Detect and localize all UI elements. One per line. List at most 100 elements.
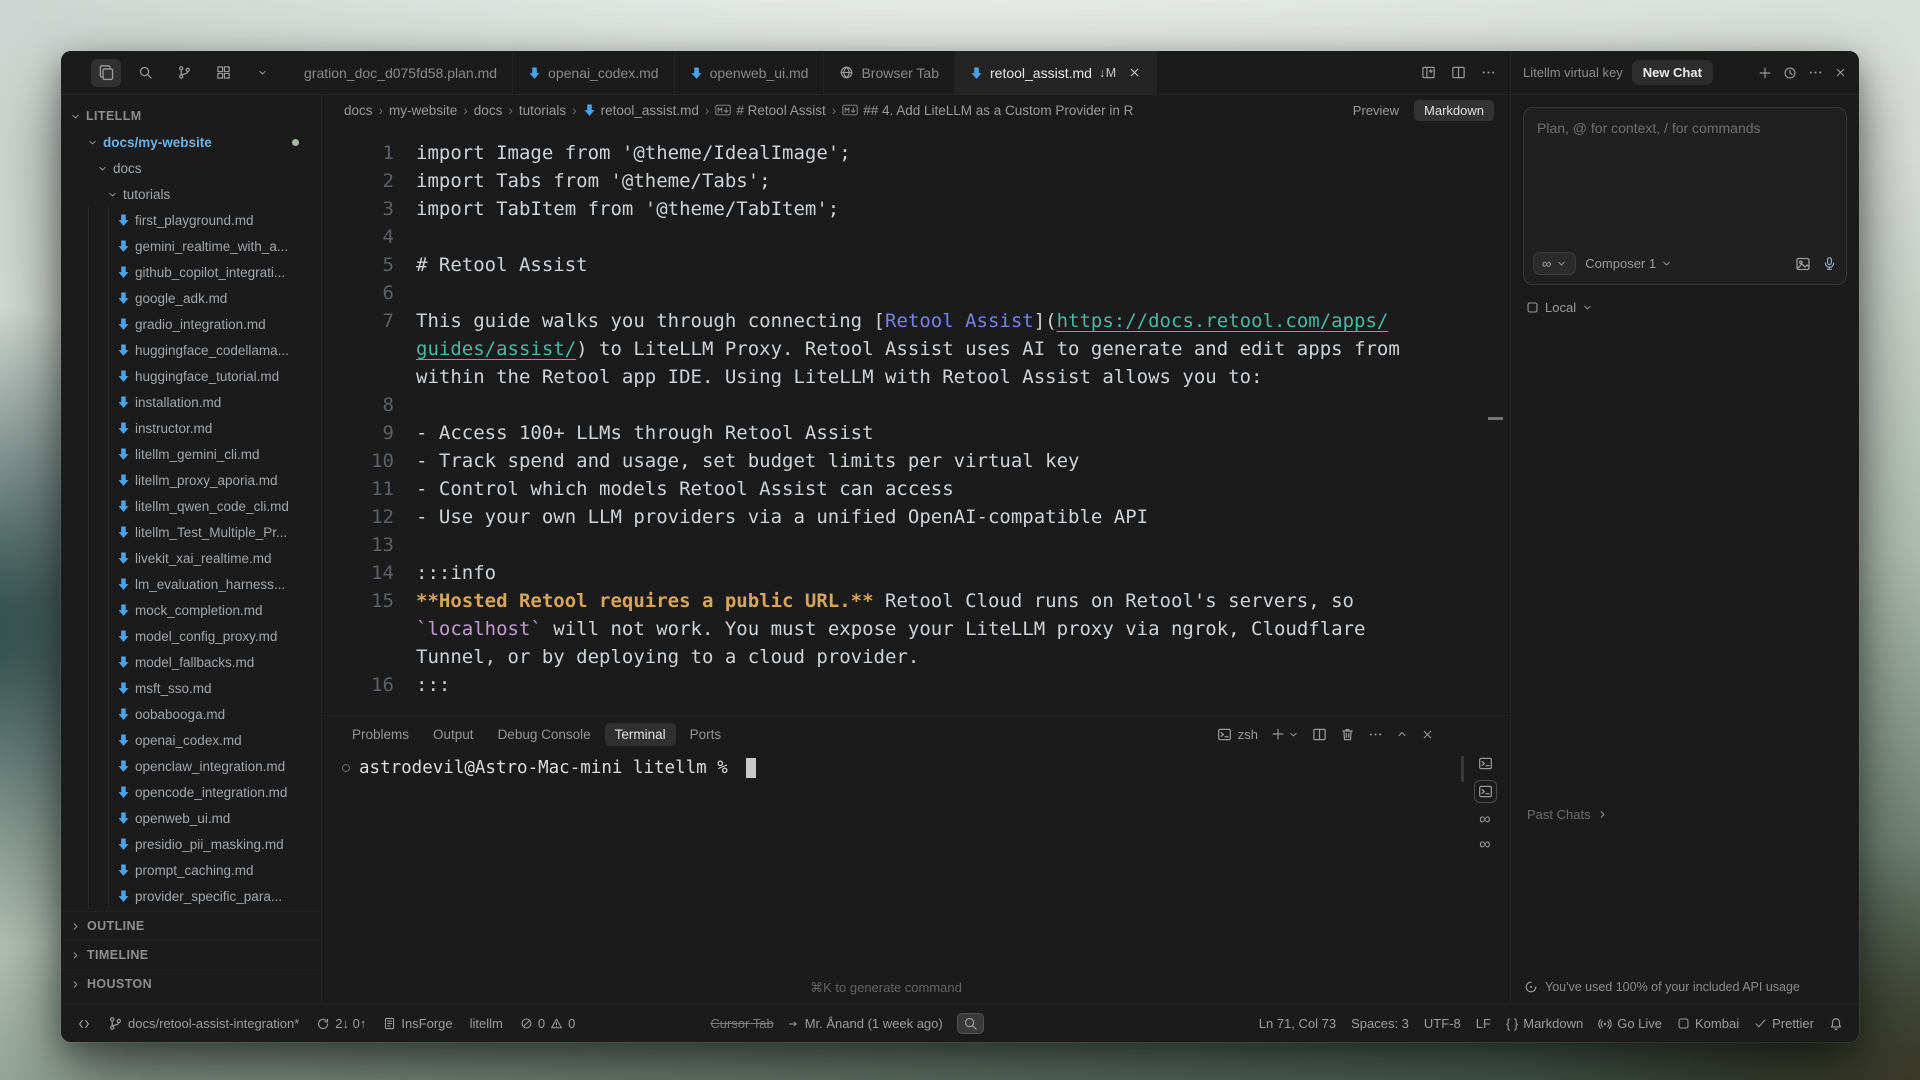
panel-tab-debug-console[interactable]: Debug Console	[488, 723, 601, 746]
file-item[interactable]: litellm_gemini_cli.md	[61, 441, 321, 467]
file-item[interactable]: huggingface_tutorial.md	[61, 363, 321, 389]
file-item[interactable]: oobabooga.md	[61, 701, 321, 727]
file-item[interactable]: google_adk.md	[61, 285, 321, 311]
litellm-status[interactable]: litellm	[470, 1016, 503, 1031]
terminal-instance-icon-active[interactable]	[1474, 780, 1497, 803]
file-item[interactable]: first_playground.md	[61, 207, 321, 233]
sidebar-folder-my-website[interactable]: docs/my-website	[61, 129, 321, 155]
sidebar-folder-tutorials[interactable]: tutorials	[61, 181, 321, 207]
file-item[interactable]: model_config_proxy.md	[61, 623, 321, 649]
agent-mode-pill[interactable]: ∞	[1533, 252, 1576, 275]
breadcrumb-item[interactable]: retool_assist.md	[583, 103, 699, 118]
breadcrumb[interactable]: docs›my-website›docs›tutorials›retool_as…	[322, 95, 1510, 125]
file-item[interactable]: litellm_proxy_aporia.md	[61, 467, 321, 493]
editor-tab[interactable]: openweb_ui.md	[675, 51, 825, 94]
eol-status[interactable]: LF	[1476, 1016, 1491, 1031]
agent-terminal-icon[interactable]: ∞	[1479, 837, 1490, 853]
extensions-button[interactable]	[208, 59, 238, 87]
editor-tab[interactable]: retool_assist.md↓M	[955, 51, 1157, 94]
breadcrumb-item[interactable]: docs	[474, 103, 503, 118]
language-status[interactable]: { }Markdown	[1506, 1016, 1583, 1031]
panel-tab-output[interactable]: Output	[423, 723, 484, 746]
past-chats-link[interactable]: Past Chats	[1527, 807, 1608, 822]
file-item[interactable]: openai_codex.md	[61, 727, 321, 753]
notifications-button[interactable]	[1829, 1017, 1843, 1031]
terminal-output[interactable]: astrodevil@Astro-Mac-mini litellm % ⌘K t…	[322, 752, 1510, 1004]
panel-tab-ports[interactable]: Ports	[680, 723, 732, 746]
panel-more-icon[interactable]	[1368, 727, 1383, 742]
sidebar-section-outline[interactable]: OUTLINE	[61, 911, 321, 940]
editor-tab[interactable]: gration_doc_d075fd58.plan.md	[289, 51, 513, 94]
breadcrumb-item[interactable]: # Retool Assist	[715, 103, 825, 118]
file-item[interactable]: litellm_Test_Multiple_Pr...	[61, 519, 321, 545]
terminal-profile-chevron-icon[interactable]	[1288, 729, 1299, 740]
file-item[interactable]: instructor.md	[61, 415, 321, 441]
more-actions-icon[interactable]	[1481, 65, 1496, 80]
terminal-instance-zsh[interactable]: zsh	[1217, 727, 1258, 742]
cursor-position-status[interactable]: Ln 71, Col 73	[1259, 1016, 1336, 1031]
composer-selector[interactable]: Composer 1	[1585, 256, 1672, 271]
insforge-status[interactable]: InsForge	[383, 1016, 452, 1031]
encoding-status[interactable]: UTF-8	[1424, 1016, 1461, 1031]
file-item[interactable]: litellm_qwen_code_cli.md	[61, 493, 321, 519]
file-item[interactable]: installation.md	[61, 389, 321, 415]
file-item[interactable]: opencode_integration.md	[61, 779, 321, 805]
file-item[interactable]: openweb_ui.md	[61, 805, 321, 831]
file-item[interactable]: lm_evaluation_harness...	[61, 571, 321, 597]
new-chat-plus-icon[interactable]	[1758, 66, 1772, 80]
preview-toggle[interactable]: Preview	[1344, 100, 1408, 121]
file-item[interactable]: huggingface_codellama...	[61, 337, 321, 363]
file-item[interactable]: mock_completion.md	[61, 597, 321, 623]
chat-input-box[interactable]: Plan, @ for context, / for commands ∞ Co…	[1523, 107, 1847, 285]
split-terminal-icon[interactable]	[1312, 727, 1327, 742]
breadcrumb-item[interactable]: my-website	[389, 103, 457, 118]
chat-tab-new-chat[interactable]: New Chat	[1632, 60, 1713, 85]
sidebar-folder-docs[interactable]: docs	[61, 155, 321, 181]
file-item[interactable]: model_fallbacks.md	[61, 649, 321, 675]
sidebar-section-timeline[interactable]: TIMELINE	[61, 940, 321, 969]
file-item[interactable]: provider_specific_para...	[61, 883, 321, 909]
file-item[interactable]: presidio_pii_masking.md	[61, 831, 321, 857]
chat-close-icon[interactable]	[1834, 66, 1847, 79]
editor-tab[interactable]: Browser Tab	[824, 51, 955, 94]
search-status-button[interactable]	[957, 1013, 984, 1034]
file-item[interactable]: openclaw_integration.md	[61, 753, 321, 779]
problems-status[interactable]: 0 0	[520, 1016, 575, 1031]
microphone-icon[interactable]	[1822, 256, 1837, 271]
source-control-button[interactable]	[169, 59, 199, 87]
go-live-button[interactable]: Go Live	[1598, 1016, 1662, 1031]
kill-terminal-icon[interactable]	[1340, 727, 1355, 742]
code-editor[interactable]: 1import Image from '@theme/IdealImage';2…	[322, 125, 1510, 715]
breadcrumb-item[interactable]: tutorials	[519, 103, 566, 118]
search-button[interactable]	[130, 59, 160, 87]
chat-more-icon[interactable]	[1808, 65, 1823, 80]
sidebar-root-litellm[interactable]: LITELLM	[61, 103, 321, 129]
split-editor-icon[interactable]	[1451, 65, 1466, 80]
panel-tab-terminal[interactable]: Terminal	[605, 723, 676, 746]
git-branch-status[interactable]: docs/retool-assist-integration*	[108, 1016, 299, 1031]
file-item[interactable]: gradio_integration.md	[61, 311, 321, 337]
file-item[interactable]: github_copilot_integrati...	[61, 259, 321, 285]
file-item[interactable]: prompt_caching.md	[61, 857, 321, 883]
git-sync-status[interactable]: 2↓ 0↑	[316, 1016, 366, 1031]
terminal-scrollbar[interactable]	[1461, 756, 1464, 782]
kombai-button[interactable]: Kombai	[1677, 1016, 1739, 1031]
remote-button[interactable]	[77, 1017, 91, 1031]
prettier-status[interactable]: Prettier	[1754, 1016, 1814, 1031]
markdown-toggle[interactable]: Markdown	[1414, 100, 1494, 121]
breadcrumb-item[interactable]: ## 4. Add LiteLLM as a Custom Provider i…	[842, 103, 1133, 118]
file-item[interactable]: livekit_xai_realtime.md	[61, 545, 321, 571]
agent-terminal-icon[interactable]: ∞	[1479, 812, 1490, 828]
chat-history-icon[interactable]	[1783, 66, 1797, 80]
file-item[interactable]: gemini_realtime_with_a...	[61, 233, 321, 259]
file-item[interactable]: msft_sso.md	[61, 675, 321, 701]
sidebar-section-houston[interactable]: HOUSTON	[61, 969, 321, 998]
terminal-instance-icon[interactable]	[1478, 756, 1493, 771]
breadcrumb-item[interactable]: docs	[344, 103, 373, 118]
maximize-panel-icon[interactable]	[1396, 728, 1408, 740]
close-panel-icon[interactable]	[1421, 728, 1434, 741]
new-terminal-icon[interactable]	[1271, 727, 1285, 741]
cursor-tab-status[interactable]: Cursor Tab	[710, 1016, 773, 1031]
local-selector[interactable]: Local	[1523, 300, 1847, 315]
explorer-button[interactable]	[91, 59, 121, 87]
